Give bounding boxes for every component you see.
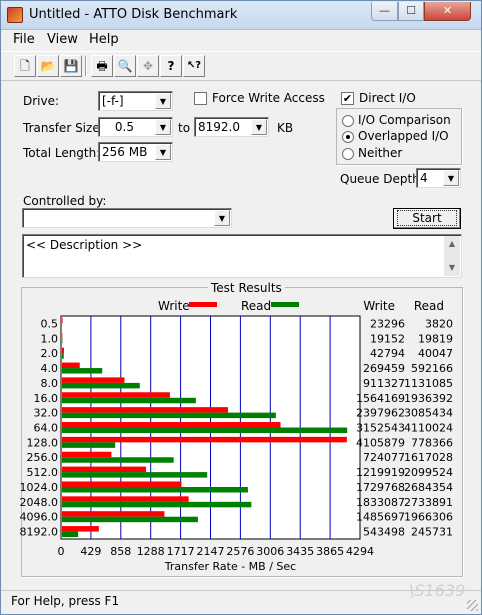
x-axis-label: Transfer Rate - MB / Sec <box>164 560 296 573</box>
x-tick-label: 1717 <box>167 545 195 558</box>
write-bar <box>62 362 80 369</box>
read-bar <box>62 501 252 508</box>
y-tick-label: 4.0 <box>41 362 59 375</box>
write-value-label: 724077 <box>363 451 405 464</box>
resize-grip-icon[interactable] <box>467 600 478 611</box>
watermark: \S1639 <box>409 581 466 600</box>
write-value-label: 4105879 <box>356 436 405 449</box>
write-bar <box>62 436 347 443</box>
read-value-label: 4110024 <box>404 422 453 435</box>
read-value-label: 1936392 <box>404 392 453 405</box>
write-bar <box>62 377 125 383</box>
y-tick-label: 0.5 <box>41 317 59 330</box>
write-bar <box>62 481 182 487</box>
legend-read-swatch <box>271 302 299 307</box>
write-bar <box>62 317 63 324</box>
write-value-label: 1833087 <box>356 496 405 509</box>
write-bar <box>62 511 165 517</box>
x-tick-label: 4294 <box>346 545 374 558</box>
write-bar <box>62 347 64 354</box>
x-tick-label: 2576 <box>226 545 254 558</box>
y-tick-label: 4096.0 <box>20 511 59 524</box>
write-value-label: 911327 <box>363 377 405 390</box>
app-window: Untitled - ATTO Disk Benchmark — ☐ ✕ Fil… <box>0 0 482 615</box>
x-tick-label: 3865 <box>316 545 344 558</box>
write-value-label: 1219919 <box>356 466 405 479</box>
y-tick-label: 1.0 <box>41 332 59 345</box>
read-bar <box>62 368 103 374</box>
write-bar <box>62 496 189 502</box>
read-bar <box>62 397 196 404</box>
write-column-header: Write <box>363 299 395 313</box>
legend-write-label: Write <box>158 299 190 313</box>
write-value-label: 1485697 <box>356 511 405 524</box>
x-tick-label: 2147 <box>197 545 225 558</box>
write-value-label: 1564169 <box>356 392 405 405</box>
write-bar <box>62 392 170 398</box>
write-value-label: 3152543 <box>356 422 405 435</box>
y-tick-label: 32.0 <box>34 407 59 420</box>
read-value-label: 245731 <box>411 526 453 539</box>
y-tick-label: 8.0 <box>41 377 59 390</box>
write-value-label: 2397962 <box>356 407 405 420</box>
read-bar <box>62 516 198 523</box>
write-bar <box>62 451 112 458</box>
write-value-label: 42794 <box>370 347 405 360</box>
x-tick-label: 858 <box>110 545 131 558</box>
write-value-label: 543498 <box>363 526 405 539</box>
read-value-label: 778366 <box>411 436 453 449</box>
y-tick-label: 512.0 <box>27 466 59 479</box>
read-value-label: 3085434 <box>404 407 453 420</box>
legend-read-label: Read <box>241 299 271 313</box>
write-value-label: 19152 <box>370 332 405 345</box>
y-tick-label: 16.0 <box>34 392 59 405</box>
test-results-chart: 0 429 858 1288 1717 2147 2576 3006 3435 3865 4294 T… <box>20 299 454 573</box>
read-bar <box>62 472 208 478</box>
read-value-label: 40047 <box>418 347 453 360</box>
write-bar <box>62 466 146 473</box>
y-tick-label: 256.0 <box>27 451 59 464</box>
write-value-label: 1729768 <box>356 481 405 494</box>
read-value-label: 1617028 <box>404 451 453 464</box>
y-tick-label: 1024.0 <box>20 481 59 494</box>
write-bar <box>62 422 281 428</box>
read-value-label: 19819 <box>418 332 453 345</box>
y-tick-label: 64.0 <box>34 422 59 435</box>
legend-write-swatch <box>189 302 217 307</box>
status-text: For Help, press F1 <box>11 594 120 608</box>
write-value-label: 269459 <box>363 362 405 375</box>
read-value-label: 2099524 <box>404 466 453 479</box>
read-bar <box>62 486 248 493</box>
read-bar <box>62 531 79 538</box>
write-value-label: 23296 <box>370 317 405 330</box>
y-tick-label: 8192.0 <box>20 526 59 539</box>
x-tick-label: 3006 <box>256 545 284 558</box>
write-bar <box>62 407 228 413</box>
read-bar <box>62 382 140 389</box>
write-bar <box>62 526 99 532</box>
y-tick-label: 2048.0 <box>20 496 59 509</box>
read-value-label: 1131085 <box>404 377 453 390</box>
read-value-label: 2684354 <box>404 481 453 494</box>
x-tick-label: 1288 <box>137 545 165 558</box>
y-tick-label: 128.0 <box>27 436 59 449</box>
x-tick-label: 3435 <box>286 545 314 558</box>
read-bar <box>62 412 276 419</box>
y-tick-label: 2.0 <box>41 347 59 360</box>
read-column-header: Read <box>414 299 444 313</box>
x-tick-label: 429 <box>80 545 101 558</box>
read-value-label: 2733891 <box>404 496 453 509</box>
read-bar <box>62 442 116 448</box>
read-bar <box>62 353 64 359</box>
read-value-label: 592166 <box>411 362 453 375</box>
read-value-label: 3820 <box>425 317 453 330</box>
read-bar <box>62 457 174 463</box>
x-tick-label: 0 <box>58 545 65 558</box>
read-value-label: 1966306 <box>404 511 453 524</box>
read-bar <box>62 427 348 433</box>
